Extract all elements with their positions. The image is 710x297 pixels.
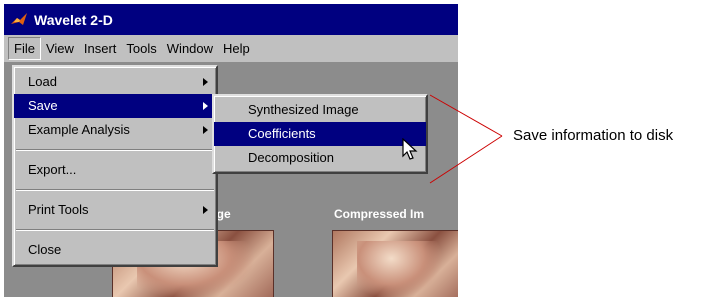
callout-lines: [429, 94, 503, 184]
annotation-text: Save information to disk: [513, 127, 674, 144]
